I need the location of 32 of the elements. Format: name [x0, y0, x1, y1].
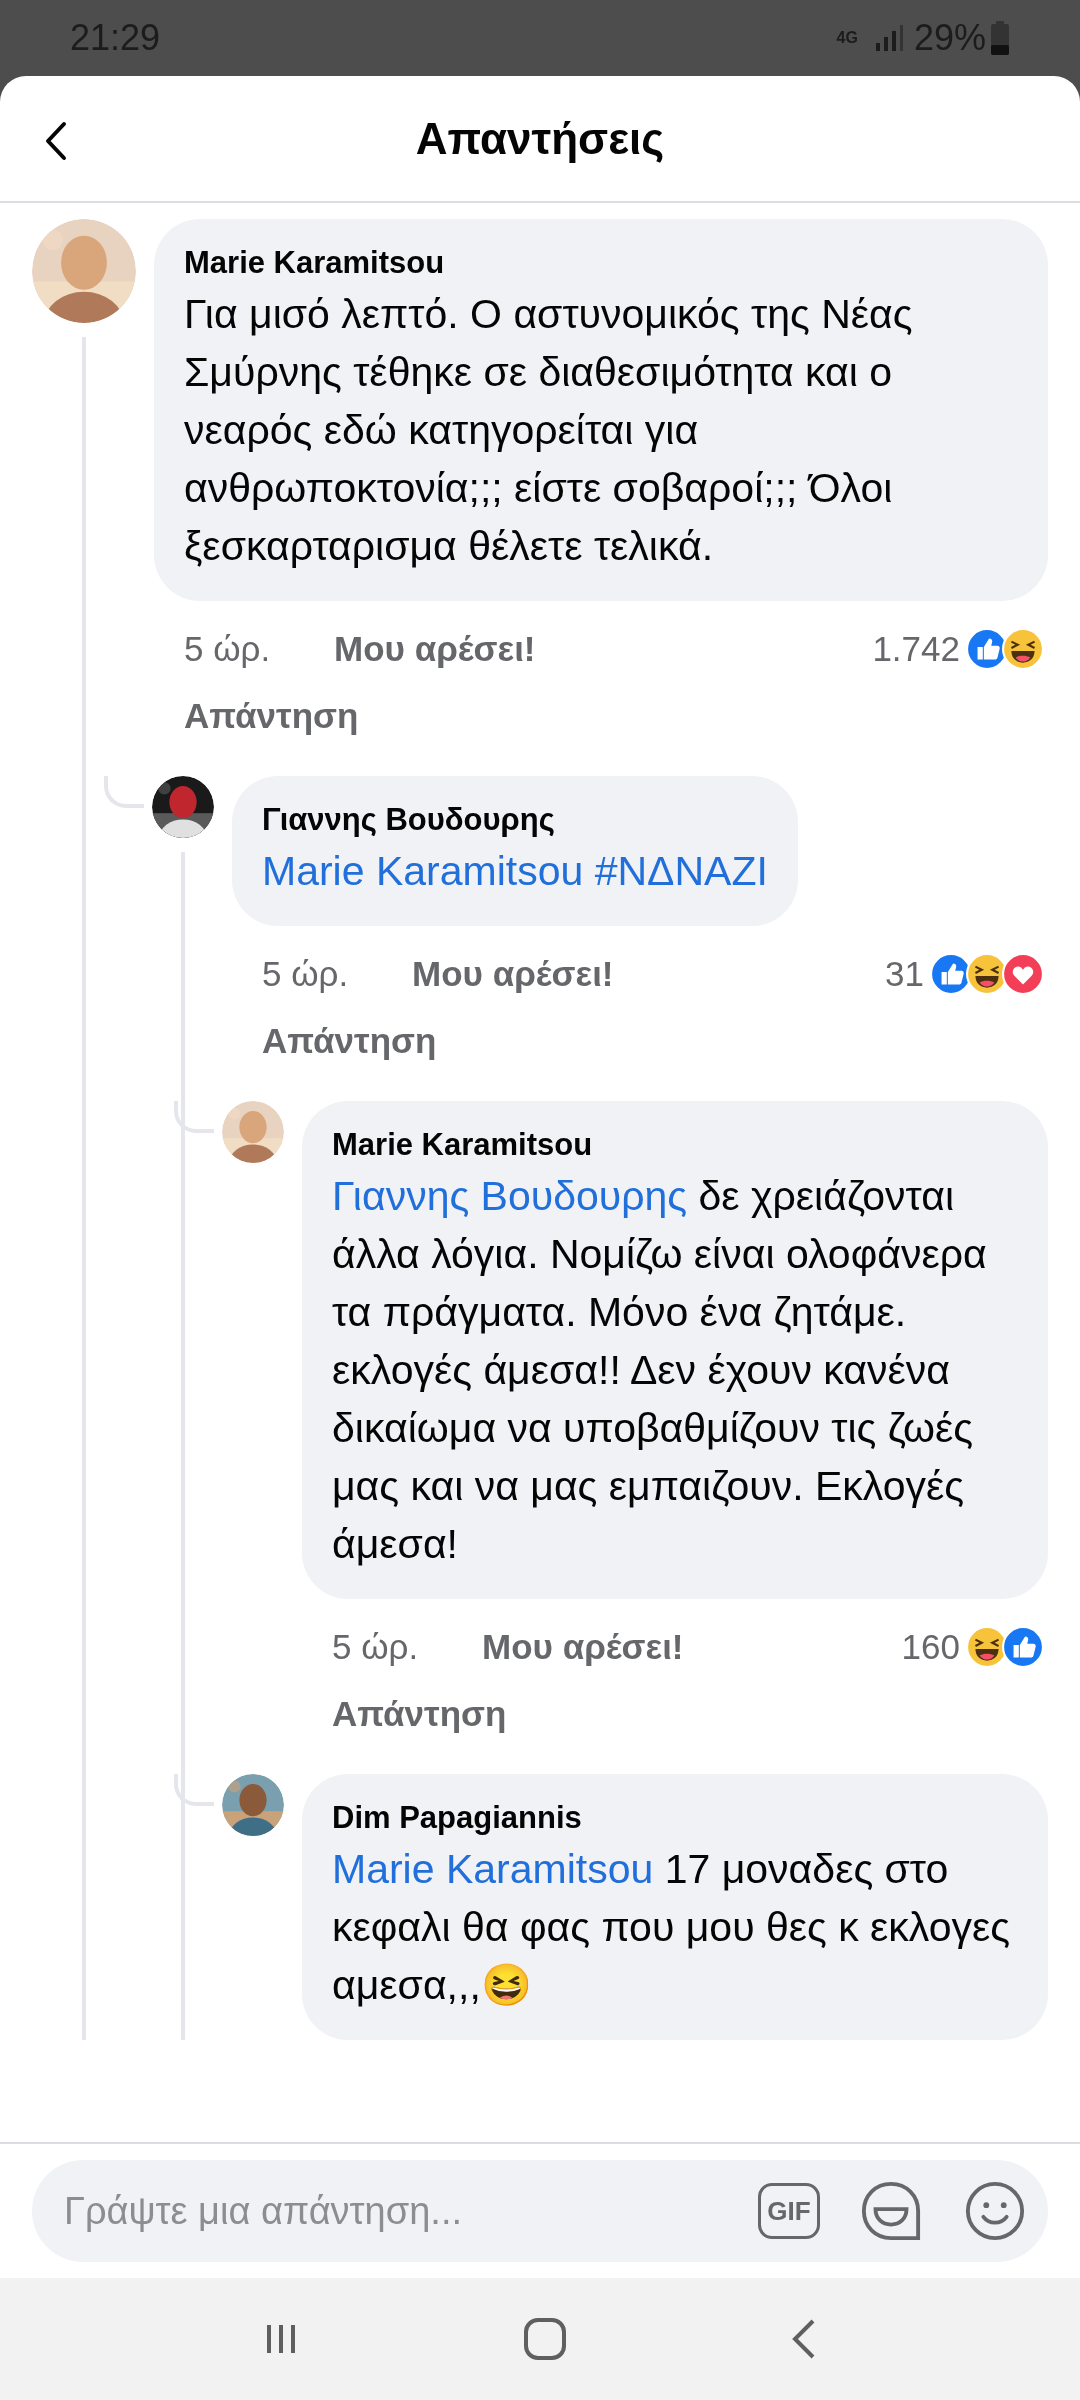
mention-link[interactable]: Marie Karamitsou	[332, 1846, 654, 1892]
mention-link[interactable]: Marie Karamitsou	[262, 848, 584, 894]
reply-field[interactable]: Γράψτε μια απάντηση... GIF	[32, 2160, 1048, 2262]
reply-link[interactable]: Απάντηση	[332, 1687, 507, 1740]
reply-link[interactable]: Απάντηση	[184, 689, 359, 742]
comment-author[interactable]: Marie Karamitsou	[184, 241, 1018, 285]
comment-text: Γιαννης Βουδουρης δε χρειάζονται άλλα λόγια. Νομίζω είναι ολοφάνερα τα πράγματα. Μόνο ένα ζητάμε. εκλογές άμεσα!! Δεν έχουν κανένα δικαίωμα να υποβαθμίζουν τις ζωές μας και να μας εμπαιζουν. Εκλογές άμεσα!	[332, 1172, 988, 1569]
battery-icon	[990, 21, 1010, 55]
comment-time: 5 ώρ.	[184, 628, 272, 670]
like-link[interactable]: Μου αρέσει!	[334, 623, 536, 676]
home-icon[interactable]	[523, 2317, 567, 2361]
reply-link[interactable]: Απάντηση	[262, 1014, 437, 1067]
reaction-count: 160	[901, 1626, 960, 1668]
sticker-icon[interactable]	[860, 2180, 922, 2242]
reaction-count: 31	[885, 953, 924, 995]
comment-author[interactable]: Marie Karamitsou	[332, 1123, 1018, 1167]
comment-text: Για μισό λεπτό. Ο αστυνομικός της Νέας Σμύρνης τέθηκε σε διαθεσιμότητα και ο νεαρός εδώ κατηγορείται για ανθρωποκτονία;;; είστε σοβαροί;;; Όλοι ξεσκαρταρισμα θέλετε τελικά.	[184, 290, 914, 571]
gif-button[interactable]: GIF	[758, 2183, 820, 2239]
comment-author[interactable]: Dim Papagiannis	[332, 1796, 1018, 1840]
mention-link[interactable]: #ΝΔΝΑΖΙ	[594, 848, 768, 894]
comment-text: Marie Karamitsou 17 μοναδες στο κεφαλι θα φας που μου θες κ εκλογες αμεσα,,,😆	[332, 1845, 1012, 2010]
emoji-icon[interactable]	[964, 2180, 1026, 2242]
thread-connector	[104, 776, 144, 808]
comment-time: 5 ώρ.	[262, 953, 350, 995]
comment-author[interactable]: Γιαννης Βουδουρης	[262, 798, 768, 842]
like-link[interactable]: Μου αρέσει!	[482, 1621, 684, 1674]
signal-icon	[873, 23, 904, 53]
page-title: Απαντήσεις	[415, 112, 665, 165]
like-link[interactable]: Μου αρέσει!	[412, 948, 614, 1001]
comment-time: 5 ώρ.	[332, 1626, 420, 1668]
reaction-count: 1.742	[872, 628, 960, 670]
mention-link[interactable]: Γιαννης Βουδουρης	[332, 1173, 688, 1219]
